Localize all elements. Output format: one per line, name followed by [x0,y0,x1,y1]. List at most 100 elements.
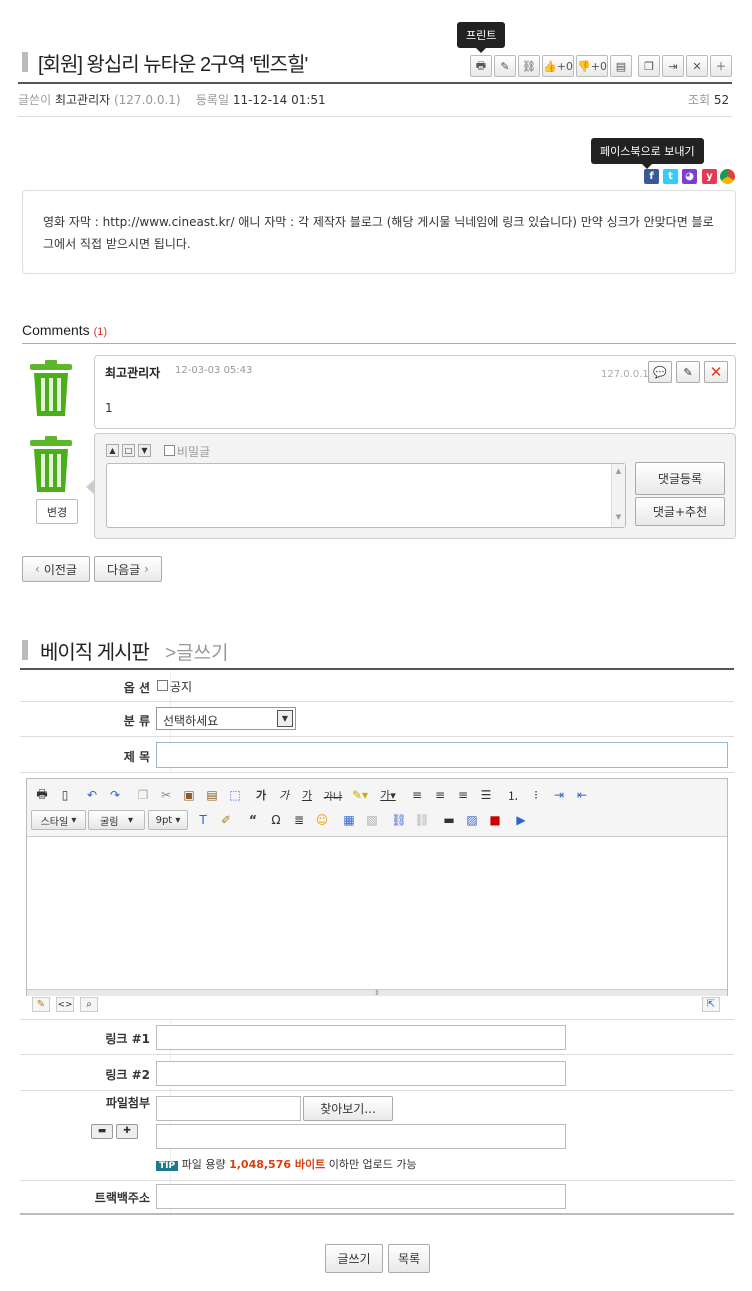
submit-post-button[interactable]: 글쓰기 [325,1244,383,1273]
list-view-button[interactable]: ▤ [610,55,632,77]
change-avatar-button[interactable]: 변경 [36,499,78,524]
list-button[interactable]: 목록 [388,1244,430,1273]
font-color-icon[interactable]: 가▾ [375,785,401,805]
format-icon[interactable]: T [193,810,213,830]
emoticon-icon[interactable]: ☺ [312,810,332,830]
comment-pointer [86,479,95,495]
bold-icon[interactable]: 가 [251,785,271,805]
clear-format-icon[interactable]: ✐ [216,810,236,830]
print-tooltip: 프린트 [457,22,506,53]
editor-resize-handle[interactable]: ⇕ [27,989,727,997]
insert-link-icon[interactable]: ⛓ [389,810,409,830]
add-file-field-button[interactable]: ✚ [116,1124,138,1139]
trackback-input[interactable] [156,1184,566,1209]
indent-icon[interactable]: ⇥ [549,785,569,805]
insert-flash-icon[interactable]: ■ [485,810,505,830]
quote-icon[interactable]: “ [243,810,263,830]
attachment-button[interactable]: ✎ [494,55,516,77]
chrome-icon[interactable] [720,169,735,184]
notice-checkbox[interactable] [157,680,168,691]
file-description-input[interactable] [156,1124,566,1149]
chevron-right-icon: › [144,562,149,576]
html-mode-icon[interactable]: <> [56,997,74,1012]
next-post-button[interactable]: 다음글 › [94,556,162,582]
delete-comment-button[interactable]: ✕ [704,361,728,383]
underline-icon[interactable]: 가 [297,785,317,805]
size-select[interactable]: 9pt ▾ [148,810,188,830]
comment-write-box: ▲ □ ▼ 비밀글 ▲ ▼ 댓글등록 댓글+추천 [94,433,736,539]
table-icon[interactable]: ▦ [339,810,359,830]
category-select[interactable]: 선택하세요 ▼ [156,707,296,730]
editor-body[interactable] [27,837,727,989]
more-tools-icon[interactable]: ▶ [511,810,531,830]
preview-icon[interactable]: ⌕ [80,997,98,1012]
chevron-down-icon[interactable]: ▼ [277,710,293,727]
secret-checkbox[interactable] [164,445,175,456]
cut-icon[interactable]: ✂ [156,785,176,805]
insert-media-icon[interactable]: ▬ [439,810,459,830]
table-edit-icon[interactable]: ▧ [362,810,382,830]
file-label: 파일첨부 [105,1096,150,1110]
author-name[interactable]: 최고관리자 [55,93,110,107]
paste-text-icon[interactable]: ▤ [202,785,222,805]
undo-icon[interactable]: ↶ [82,785,102,805]
new-document-icon[interactable]: ▯ [55,785,75,805]
align-center-icon[interactable]: ≡ [430,785,450,805]
paste-icon[interactable]: ▣ [179,785,199,805]
expand-down-icon[interactable]: ▼ [138,444,151,457]
edit-comment-button[interactable]: ✎ [676,361,700,383]
file-path-input[interactable] [156,1096,301,1121]
italic-icon[interactable]: 가 [274,785,294,805]
comment-recommend-button[interactable]: 댓글+추천 [635,497,725,526]
prev-post-button[interactable]: ‹ 이전글 [22,556,90,582]
browse-button[interactable]: 찾아보기... [303,1096,393,1121]
outdent-icon[interactable]: ⇤ [572,785,592,805]
remove-link-icon[interactable]: ⛓ [412,810,432,830]
move-button[interactable]: ⇥ [662,55,684,77]
copy-icon[interactable]: ❐ [133,785,153,805]
insert-image-icon[interactable]: ▨ [462,810,482,830]
remove-file-field-button[interactable]: ▬ [91,1124,113,1139]
highlight-color-icon[interactable]: ✎▾ [347,785,373,805]
editor-mode-icon[interactable]: ✎ [32,997,50,1012]
link-button[interactable]: ⛓ [518,55,540,77]
shrink-up-icon[interactable]: ▲ [106,444,119,457]
reply-comment-button[interactable]: 💬 [648,361,672,383]
oppose-button[interactable]: 👎 +0 [576,55,608,77]
subject-input[interactable] [156,742,728,768]
align-left-icon[interactable]: ≡ [407,785,427,805]
reset-size-icon[interactable]: □ [122,444,135,457]
copy-button[interactable]: ❐ [638,55,660,77]
yozm-icon[interactable]: y [702,169,717,184]
select-all-icon[interactable]: ⬚ [225,785,245,805]
align-justify-icon[interactable]: ☰ [476,785,496,805]
redo-icon[interactable]: ↷ [105,785,125,805]
write-new-button[interactable]: ＋ [710,55,732,77]
date-label: 등록일 [195,93,229,107]
font-select[interactable]: 굴림 ▾ [88,810,145,830]
bullet-list-icon[interactable]: ⁝ [526,785,546,805]
comment-scrollbar[interactable]: ▲ ▼ [611,464,625,527]
trackback-row: 트랙백주소 [20,1181,734,1215]
twitter-icon[interactable]: t [663,169,678,184]
facebook-icon[interactable]: f [644,169,659,184]
popup-icon[interactable]: ⇱ [702,997,720,1012]
link2-input[interactable] [156,1061,566,1086]
pencil-icon: ✎ [683,365,693,379]
align-right-icon[interactable]: ≡ [453,785,473,805]
style-select[interactable]: 스타일 ▾ [31,810,86,830]
comment-textarea[interactable]: ▲ ▼ [106,463,626,528]
print-icon[interactable]: 🖶 [32,785,52,805]
link1-input[interactable] [156,1025,566,1050]
print-button[interactable]: 🖶 [470,55,492,77]
comment-submit-button[interactable]: 댓글등록 [635,462,725,495]
me2day-icon[interactable]: ◕ [682,169,697,184]
comment-author[interactable]: 최고관리자 [105,364,160,381]
delete-button[interactable]: ✕ [686,55,708,77]
recommend-button[interactable]: 👍 +0 [542,55,574,77]
strikethrough-icon[interactable]: 가나 [320,785,346,805]
special-char-icon[interactable]: Ω [266,810,286,830]
ordered-list-icon[interactable]: ⒈ [503,785,523,805]
horizontal-rule-icon[interactable]: ≣ [289,810,309,830]
trash-avatar-icon [30,436,72,492]
